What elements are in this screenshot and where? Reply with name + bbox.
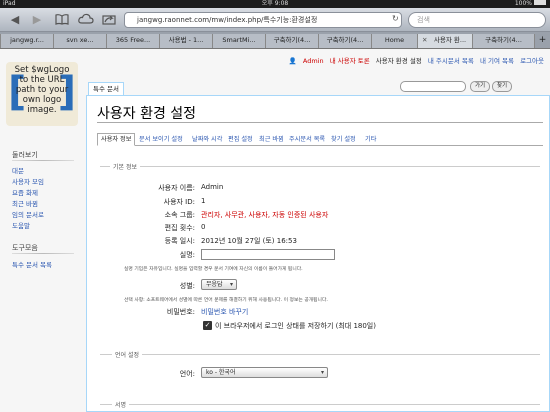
sidebar-divider (12, 253, 74, 254)
tab-editing[interactable]: 편집 설정 (224, 133, 257, 146)
icloud-icon[interactable] (78, 13, 94, 27)
fieldset-legend: 기본 정보 (110, 162, 140, 171)
userid-value: 1 (201, 197, 206, 205)
browser-tab-bar: jangwg.r... svn xe... 365 Free... 사용법 - … (0, 32, 550, 49)
password-label: 비밀번호: (166, 308, 195, 316)
share-icon[interactable] (102, 13, 116, 27)
battery-percent: 100% (514, 0, 532, 7)
edit-count-label: 편집 횟수: (164, 224, 195, 232)
gender-selected: 무응답 (206, 281, 223, 288)
language-label: 언어: (179, 370, 195, 378)
battery: 100% (515, 0, 546, 8)
wiki-search: 가기 찾기 (400, 81, 548, 93)
tab-datetime[interactable]: 날짜와 시각 (188, 133, 226, 146)
tab-search[interactable]: 찾기 설정 (327, 133, 360, 146)
language-select[interactable]: ko - 한국어 ▾ (201, 367, 328, 378)
sidebar-item-random-page[interactable]: 임의 문서로 (12, 209, 44, 219)
fieldset-legend: 서명 (112, 400, 130, 409)
realname-label: 실명: (179, 251, 195, 259)
fieldset-signature (100, 404, 540, 405)
browser-tab[interactable]: SmartMi... (212, 34, 265, 48)
search-button[interactable]: 찾기 (492, 81, 513, 92)
chevron-down-icon: ▾ (229, 281, 233, 288)
browser-toolbar: ◀ ▶ jangwg.raonnet.com/mw/index.php/특수기능… (0, 8, 550, 32)
contributions-link[interactable]: 내 기여 목록 (480, 57, 514, 65)
tab-recent-changes[interactable]: 최근 바뀜 (255, 133, 288, 146)
tab-watchlist[interactable]: 주시문서 목록 (285, 133, 329, 146)
browser-search-input[interactable]: 검색 (408, 12, 546, 28)
go-button[interactable]: 가기 (470, 81, 491, 92)
realname-help: 실명 기입은 자유입니다. 실명을 입력할 경우 문서 기여에 자신의 이름이 … (124, 267, 303, 272)
sidebar-item-recent-changes[interactable]: 최근 바뀜 (12, 198, 38, 208)
status-bar: iPad 오후 9:08 100% (0, 0, 550, 8)
sidebar-divider (12, 160, 74, 161)
username-value: Admin (201, 183, 224, 191)
user-link[interactable]: Admin (303, 57, 324, 65)
browser-tab[interactable]: Home (371, 34, 417, 48)
tab-appearance[interactable]: 문서 보이기 설정 (135, 133, 187, 146)
username-label: 사용자 이름: (158, 184, 195, 192)
site-logo[interactable]: [ ] Set $wgLogo to the URL path to your … (6, 62, 78, 126)
title-divider (97, 122, 543, 123)
realname-field[interactable] (201, 249, 335, 260)
browser-tab[interactable]: 구축하기(4... (318, 34, 371, 48)
browser-tab-active[interactable]: ✕ 사용자 환... (417, 34, 472, 48)
sidebar-item-help[interactable]: 도움말 (12, 220, 30, 230)
page-title: 사용자 환경 설정 (97, 106, 197, 122)
browser-tab[interactable]: svn xe... (53, 34, 106, 48)
wiki-search-input[interactable] (400, 81, 466, 92)
sidebar-heading-navigation: 둘러보기 (12, 151, 38, 159)
personal-tools: 👤 Admin 내 사용자 토론 사용자 환경 설정 내 주시문서 목록 내 기… (289, 55, 544, 65)
fieldset-language (100, 354, 540, 355)
clock: 오후 9:08 (261, 0, 289, 7)
userid-label: 사용자 ID: (163, 198, 195, 206)
new-tab-button[interactable]: + (534, 34, 550, 48)
gender-help: 선택 사항: 소프트웨어에서 성별에 따른 언어 문제를 해결하기 위해 사용됩… (124, 298, 328, 303)
logo-text: Set $wgLogo to the URL path to your own … (14, 65, 70, 115)
remember-login-label: 이 브라우저에서 로그인 상태를 저장하기 (최대 180일) (215, 322, 376, 330)
watchlist-link[interactable]: 내 주시문서 목록 (428, 57, 474, 65)
reload-icon[interactable]: ↻ (392, 14, 399, 23)
preferences-link[interactable]: 사용자 환경 설정 (376, 57, 422, 65)
sidebar-item-main-page[interactable]: 대문 (12, 165, 24, 175)
close-tab-icon[interactable]: ✕ (422, 34, 427, 47)
gender-select[interactable]: 무응답 ▾ (201, 279, 237, 290)
browser-tab[interactable]: 365 Free... (106, 34, 159, 48)
edit-count-value: 0 (201, 223, 206, 231)
battery-icon (534, 0, 546, 5)
tab-special-page[interactable]: 특수 문서 (88, 82, 124, 95)
browser-tab-label: 사용자 환... (433, 36, 467, 44)
sidebar-item-current-events[interactable]: 요즘 화제 (12, 187, 38, 197)
groups-value[interactable]: 관리자, 사무관, 사용자, 자동 인증된 사용자 (201, 210, 328, 220)
sidebar-item-special-pages[interactable]: 특수 문서 목록 (12, 259, 52, 269)
change-password-link[interactable]: 비밀번호 바꾸기 (201, 307, 248, 317)
logout-link[interactable]: 로그아웃 (520, 57, 544, 65)
registration-value: 2012년 10월 27일 (토) 16:53 (201, 237, 297, 245)
user-icon: 👤 (288, 57, 297, 65)
preferences-tabs: 사용자 정보 문서 보이기 설정 날짜와 시각 편집 설정 최근 바뀜 주시문서… (97, 133, 543, 146)
tab-user-profile[interactable]: 사용자 정보 (97, 133, 136, 146)
back-icon[interactable]: ◀ (8, 13, 22, 27)
tab-misc[interactable]: 기타 (361, 133, 380, 146)
gender-label: 성별: (179, 282, 195, 290)
browser-tab[interactable]: 구축하기(4... (265, 34, 318, 48)
browser-tab[interactable]: 구축하기(4... (472, 34, 534, 48)
browser-tab[interactable]: 사용법 - 1... (159, 34, 212, 48)
browser-tab[interactable]: jangwg.r... (0, 34, 53, 48)
remember-login-checkbox[interactable]: ✓ (203, 321, 212, 330)
language-selected: ko - 한국어 (206, 369, 236, 376)
groups-label: 소속 그룹: (164, 211, 195, 219)
sidebar-heading-toolbox: 도구모음 (12, 244, 38, 252)
forward-icon[interactable]: ▶ (30, 13, 44, 27)
registration-label: 등록 일시: (164, 237, 195, 245)
talk-link[interactable]: 내 사용자 토론 (330, 57, 370, 65)
chevron-down-icon: ▾ (320, 369, 324, 376)
address-bar[interactable]: jangwg.raonnet.com/mw/index.php/특수기능:환경설… (124, 12, 402, 28)
bookmarks-icon[interactable] (55, 13, 69, 27)
fieldset-legend: 언어 설정 (112, 350, 142, 359)
sidebar-item-community[interactable]: 사용자 모임 (12, 176, 44, 186)
